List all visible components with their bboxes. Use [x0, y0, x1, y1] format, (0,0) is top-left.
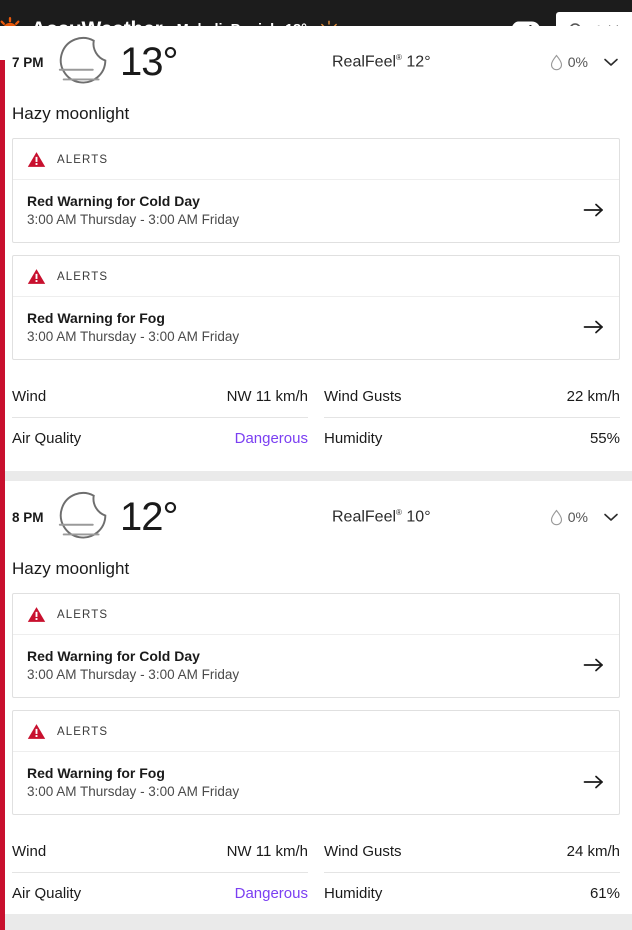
hourly-card: 8 PM 12° RealFeel® 10° 0% Hazy moonlight…	[0, 481, 632, 914]
detail-label: Air Quality	[12, 885, 82, 902]
alert-texts: Red Warning for Cold Day 3:00 AM Thursda…	[27, 193, 583, 227]
alert-header: ALERTS	[13, 594, 619, 635]
alert-body[interactable]: Red Warning for Fog 3:00 AM Thursday - 3…	[13, 752, 619, 814]
alert-header: ALERTS	[13, 139, 619, 180]
arrow-right-icon[interactable]	[583, 657, 605, 673]
alert-texts: Red Warning for Fog 3:00 AM Thursday - 3…	[27, 765, 583, 799]
detail-row: Wind NW 11 km/h Wind Gusts 22 km/h	[12, 376, 620, 418]
chevron-down-icon[interactable]	[602, 511, 620, 523]
hour-temperature: 13°	[120, 40, 178, 84]
water-drop-icon	[550, 54, 562, 70]
hour-details: Wind NW 11 km/h Wind Gusts 24 km/h Air Q…	[12, 827, 620, 914]
arrow-right-icon[interactable]	[583, 202, 605, 218]
detail-value: 22 km/h	[566, 388, 620, 405]
alert-time-range: 3:00 AM Thursday - 3:00 AM Friday	[27, 784, 240, 799]
detail-value: 61%	[589, 885, 620, 902]
detail-value: NW 11 km/h	[226, 843, 308, 860]
hour-time: 7 PM	[12, 54, 44, 70]
water-drop-icon	[550, 509, 562, 525]
hazy-moonlight-icon	[58, 37, 107, 84]
left-red-rail	[0, 60, 5, 930]
hazy-moonlight-icon	[58, 492, 107, 539]
hourly-card: 7 PM 13° RealFeel® 12° 0% Hazy moonlight…	[0, 26, 632, 471]
precipitation-probability: 0%	[550, 509, 588, 526]
detail-wind-gusts: Wind Gusts 22 km/h	[324, 376, 620, 418]
detail-humidity: Humidity 61%	[324, 873, 620, 914]
detail-wind-gusts: Wind Gusts 24 km/h	[324, 831, 620, 873]
alert-title: Red Warning for Fog	[27, 765, 165, 781]
alert-time-range: 3:00 AM Thursday - 3:00 AM Friday	[27, 667, 240, 682]
chevron-down-icon[interactable]	[602, 56, 620, 68]
precipitation-probability: 0%	[550, 54, 588, 71]
page-body: 7 PM 13° RealFeel® 12° 0% Hazy moonlight…	[0, 26, 632, 930]
alert-card[interactable]: ALERTS Red Warning for Fog 3:00 AM Thurs…	[12, 255, 620, 360]
alert-texts: Red Warning for Cold Day 3:00 AM Thursda…	[27, 648, 583, 682]
alert-card[interactable]: ALERTS Red Warning for Fog 3:00 AM Thurs…	[12, 710, 620, 815]
hourly-card-header[interactable]: 8 PM 12° RealFeel® 10° 0%	[12, 481, 620, 553]
hour-temperature: 12°	[120, 495, 178, 539]
realfeel: RealFeel® 12°	[332, 52, 431, 71]
alert-kicker: ALERTS	[57, 270, 109, 283]
warning-triangle-icon	[27, 724, 46, 739]
card-separator	[0, 471, 632, 481]
detail-label: Wind	[12, 843, 47, 860]
detail-label: Humidity	[324, 885, 383, 902]
alert-body[interactable]: Red Warning for Cold Day 3:00 AM Thursda…	[13, 180, 619, 242]
arrow-right-icon[interactable]	[583, 319, 605, 335]
alert-body[interactable]: Red Warning for Cold Day 3:00 AM Thursda…	[13, 635, 619, 697]
alert-title: Red Warning for Cold Day	[27, 648, 200, 664]
alert-kicker: ALERTS	[57, 153, 109, 166]
alert-title: Red Warning for Cold Day	[27, 193, 200, 209]
warning-triangle-icon	[27, 607, 46, 622]
precipitation-value: 0%	[567, 509, 588, 525]
alert-card[interactable]: ALERTS Red Warning for Cold Day 3:00 AM …	[12, 138, 620, 243]
detail-label: Air Quality	[12, 430, 82, 447]
detail-value: 24 km/h	[566, 843, 620, 860]
detail-label: Wind Gusts	[324, 388, 402, 405]
precipitation-value: 0%	[567, 54, 588, 70]
alert-time-range: 3:00 AM Thursday - 3:00 AM Friday	[27, 329, 240, 344]
realfeel: RealFeel® 10°	[332, 507, 431, 526]
detail-label: Wind	[12, 388, 47, 405]
hour-right-group: 0%	[550, 54, 620, 71]
detail-air-quality: Air Quality Dangerous	[12, 873, 308, 914]
detail-value: Dangerous	[234, 885, 308, 902]
detail-label: Wind Gusts	[324, 843, 402, 860]
alert-time-range: 3:00 AM Thursday - 3:00 AM Friday	[27, 212, 240, 227]
hour-phrase: Hazy moonlight	[12, 559, 130, 578]
hour-right-group: 0%	[550, 509, 620, 526]
detail-row: Wind NW 11 km/h Wind Gusts 24 km/h	[12, 831, 620, 873]
alert-kicker: ALERTS	[57, 608, 109, 621]
detail-value: NW 11 km/h	[226, 388, 308, 405]
alert-body[interactable]: Red Warning for Fog 3:00 AM Thursday - 3…	[13, 297, 619, 359]
hourly-card-header[interactable]: 7 PM 13° RealFeel® 12° 0%	[12, 26, 620, 98]
alert-card[interactable]: ALERTS Red Warning for Cold Day 3:00 AM …	[12, 593, 620, 698]
hourly-forecast-list: 7 PM 13° RealFeel® 12° 0% Hazy moonlight…	[0, 26, 632, 930]
alert-header: ALERTS	[13, 256, 619, 297]
detail-humidity: Humidity 55%	[324, 418, 620, 459]
alert-title: Red Warning for Fog	[27, 310, 165, 326]
detail-value: Dangerous	[234, 430, 308, 447]
alert-header: ALERTS	[13, 711, 619, 752]
detail-label: Humidity	[324, 430, 383, 447]
alert-texts: Red Warning for Fog 3:00 AM Thursday - 3…	[27, 310, 583, 344]
hour-details: Wind NW 11 km/h Wind Gusts 22 km/h Air Q…	[12, 372, 620, 459]
detail-air-quality: Air Quality Dangerous	[12, 418, 308, 459]
alert-kicker: ALERTS	[57, 725, 109, 738]
detail-row: Air Quality Dangerous Humidity 61%	[12, 873, 620, 914]
warning-triangle-icon	[27, 269, 46, 284]
hour-phrase: Hazy moonlight	[12, 104, 130, 123]
detail-value: 55%	[589, 430, 620, 447]
detail-wind: Wind NW 11 km/h	[12, 376, 308, 418]
arrow-right-icon[interactable]	[583, 774, 605, 790]
hour-time: 8 PM	[12, 509, 44, 525]
detail-wind: Wind NW 11 km/h	[12, 831, 308, 873]
warning-triangle-icon	[27, 152, 46, 167]
detail-row: Air Quality Dangerous Humidity 55%	[12, 418, 620, 459]
